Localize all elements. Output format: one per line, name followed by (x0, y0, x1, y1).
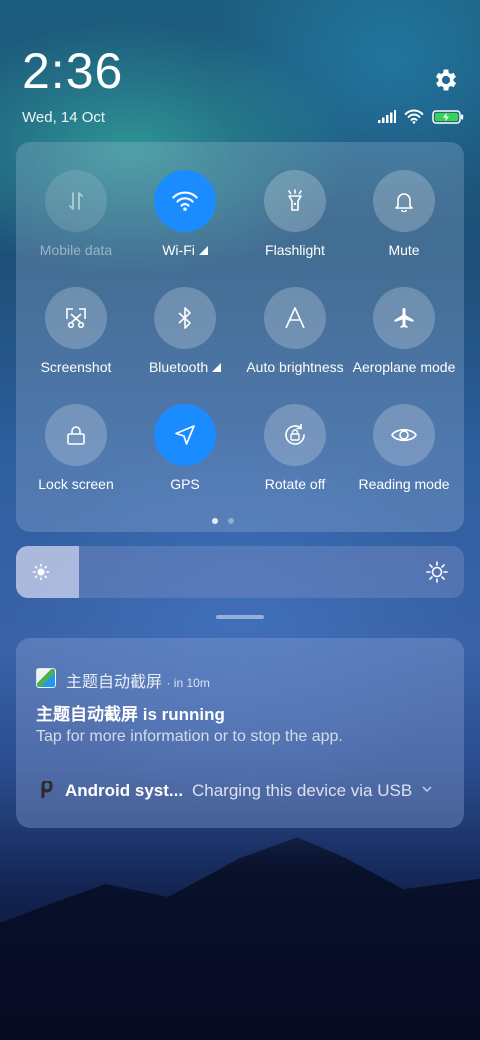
notification-time: · in 10m (166, 676, 210, 690)
tile-label-wrap: Bluetooth (130, 359, 240, 375)
tile-mobile-data-button[interactable] (45, 170, 107, 232)
tile-mobile-data[interactable]: Mobile data (21, 170, 131, 258)
page-dot (228, 518, 234, 524)
drag-handle[interactable] (216, 615, 264, 619)
tile-label-wrap: Wi-Fi (130, 242, 240, 258)
tile-label: Mobile data (39, 242, 113, 258)
notification-app-name: 主题自动截屏 (66, 674, 163, 691)
airplane-icon (394, 308, 414, 328)
tile-mute-button[interactable] (373, 170, 435, 232)
app-icon (36, 668, 56, 688)
eye-icon (391, 428, 417, 442)
tile-aeroplane-mode[interactable]: Aeroplane mode (349, 287, 459, 375)
tile-label: GPS (170, 476, 200, 492)
tile-label: Wi-Fi (162, 242, 195, 258)
tile-label: Screenshot (40, 359, 112, 375)
rotate-lock-icon (285, 424, 305, 445)
wifi-icon (172, 191, 198, 211)
tile-lock-screen[interactable]: Lock screen (21, 404, 131, 492)
notification-title: 主题自动截屏 is running (36, 705, 225, 724)
signal-icon (378, 110, 396, 123)
tile-label: Mute (388, 242, 420, 258)
bell-icon (395, 193, 413, 212)
lock-icon (67, 426, 85, 445)
notification-text: Tap for more information or to stop the … (36, 728, 343, 745)
mobile-data-icon (69, 192, 83, 210)
tile-screenshot-button[interactable] (45, 287, 107, 349)
expand-triangle-icon[interactable] (198, 246, 208, 255)
flashlight-icon (288, 189, 302, 211)
tile-reading-mode-button[interactable] (373, 404, 435, 466)
tile-bluetooth[interactable]: Bluetooth (130, 287, 240, 375)
tile-label: Reading mode (358, 476, 450, 492)
tile-label: Flashlight (265, 242, 325, 258)
brightness-high-icon (426, 561, 448, 583)
status-icons (378, 109, 464, 124)
tile-screenshot[interactable]: Screenshot (21, 287, 131, 375)
auto-brightness-icon (285, 307, 305, 329)
brightness-slider[interactable] (16, 546, 464, 598)
tile-rotate-off[interactable]: Rotate off (240, 404, 350, 492)
tile-label: Aeroplane mode (352, 359, 456, 375)
notification-card[interactable]: 主题自动截屏 · in 10m 主题自动截屏 is running Tap fo… (16, 638, 464, 828)
date[interactable]: Wed, 14 Oct (22, 109, 105, 126)
tile-gps-button[interactable] (154, 404, 216, 466)
tile-aeroplane-mode-button[interactable] (373, 287, 435, 349)
tile-auto-brightness-button[interactable] (264, 287, 326, 349)
system-notification-text[interactable]: Charging this device via USB (192, 781, 412, 801)
expand-triangle-icon[interactable] (212, 363, 222, 372)
gps-icon (175, 425, 195, 445)
tile-auto-brightness[interactable]: Auto brightness (240, 287, 350, 375)
tile-label: Bluetooth (148, 359, 209, 375)
tile-reading-mode[interactable]: Reading mode (349, 404, 459, 492)
page-indicator (212, 518, 234, 524)
tile-bluetooth-button[interactable] (154, 287, 216, 349)
android-system-icon (41, 781, 53, 798)
tile-label: Lock screen (38, 476, 114, 492)
chevron-down-icon[interactable] (422, 784, 432, 794)
notification-app-header: 主题自动截屏 · in 10m (66, 668, 210, 692)
clock[interactable]: 2:36 (22, 42, 123, 100)
tile-mute[interactable]: Mute (349, 170, 459, 258)
tile-gps[interactable]: GPS (130, 404, 240, 492)
page-dot-active (212, 518, 218, 524)
wifi-status-icon (404, 109, 424, 124)
quick-settings-panel: Mobile data Wi-Fi Flashlight Mute Screen… (16, 142, 464, 532)
tile-flashlight[interactable]: Flashlight (240, 170, 350, 258)
tile-rotate-off-button[interactable] (264, 404, 326, 466)
screenshot-icon (66, 308, 86, 329)
tile-label: Auto brightness (246, 359, 344, 375)
settings-gear-icon[interactable] (432, 66, 460, 94)
bluetooth-icon (178, 307, 191, 329)
brightness-low-icon (32, 563, 50, 581)
battery-charging-icon (432, 109, 464, 124)
tile-flashlight-button[interactable] (264, 170, 326, 232)
tile-lock-screen-button[interactable] (45, 404, 107, 466)
tile-wifi-button[interactable] (154, 170, 216, 232)
tile-label: Rotate off (264, 476, 326, 492)
system-notification-app[interactable]: Android syst... (65, 781, 183, 801)
tile-wifi[interactable]: Wi-Fi (130, 170, 240, 258)
